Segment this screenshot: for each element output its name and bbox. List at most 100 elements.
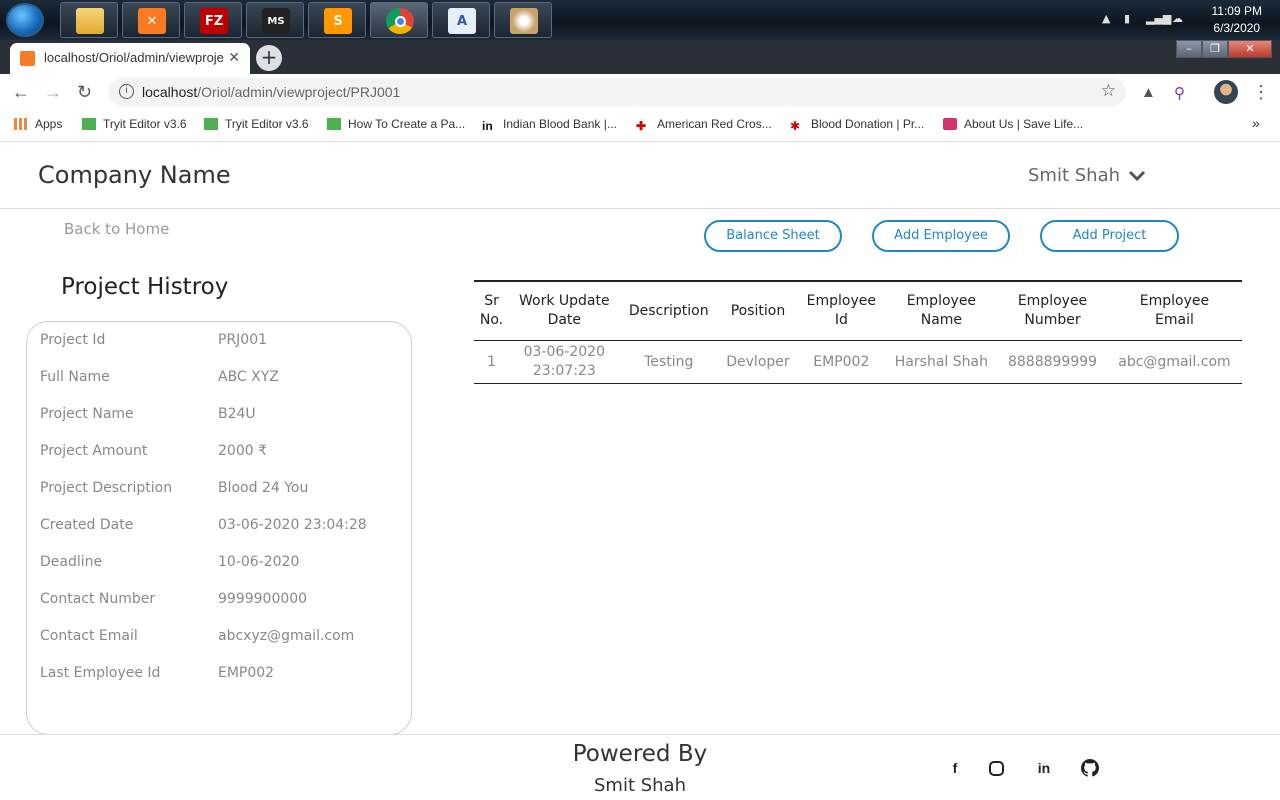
balance-sheet-button[interactable]: Balance Sheet [704,220,842,252]
table-cell: Testing [644,353,694,370]
table-cell: 8888899999 [1007,353,1098,370]
window-controls: – ❐ ✕ [1176,40,1272,58]
clock-time: 11:09 PM [1211,4,1262,18]
taskbar-explorer[interactable] [60,2,118,38]
taskbar-paint[interactable] [494,2,552,38]
folder-icon [76,8,104,34]
bookmark-how-to-create[interactable]: How To Create a Pa... [327,117,465,131]
work-updates-table: Sr No. Work Update Date Description Position E… [474,280,1242,384]
powered-by-author: Smit Shah [593,775,686,796]
red-cross-icon: ✚ [636,119,647,133]
taskbar-xampp[interactable]: ✕ [122,2,180,38]
clock-date: 6/3/2020 [1213,21,1261,35]
project-history-title: Project Histroy [61,274,229,300]
table-cell: EMP002 [813,353,870,370]
url-host: localhost [142,84,198,100]
bookmark-blood-donation[interactable]: ✱ Blood Donation | Pr... [790,117,924,133]
browser-tab-active[interactable]: localhost/Oriol/admin/viewproje ✕ [10,43,250,74]
system-tray: ▲ ▮ ▂▄▆ ☁ 11:09 PM 6/3/2020 [1080,0,1280,40]
chevron-down-icon[interactable] [1128,167,1146,185]
bookmark-tryit-1[interactable]: Tryit Editor v3.6 [82,117,187,131]
windows-taskbar: ✕ FZ MS S A ▲ ▮ ▂▄▆ ☁ 11:09 PM 6/3/2020 [0,0,1280,40]
bookmark-star-icon[interactable]: ☆ [1101,81,1116,101]
minimize-button[interactable]: – [1176,40,1202,58]
table-row: 1 03-06-2020 23:07:23 Testing Devloper EMP002… [474,341,1242,384]
filezilla-icon: FZ [200,8,228,34]
bookmark-about-us[interactable]: About Us | Save Life... [943,117,1083,131]
column-header: Work Update Date [519,293,610,328]
bookmarks-overflow-button[interactable]: » [1252,115,1260,131]
forward-arrow-icon[interactable]: → [44,82,62,103]
paint-icon [510,8,538,34]
column-header: Employee Number [1017,293,1088,328]
url-path: /Oriol/admin/viewproject/PRJ001 [197,84,401,100]
profile-avatar[interactable] [1214,80,1238,104]
close-window-button[interactable]: ✕ [1228,40,1272,58]
linkedin-icon: in [482,119,493,133]
taskbar-wordpad[interactable]: A [432,2,490,38]
blood-drop-icon: ✱ [790,119,801,133]
table-cell: Harshal Shah [894,353,988,370]
heart-badge-icon [943,118,957,130]
table-cell: 03-06-2020 23:07:23 [523,344,605,379]
site-header: Company Name Smit Shah [0,143,1280,209]
tray-expand-icon[interactable]: ▲ [1102,12,1110,25]
add-employee-button[interactable]: Add Employee [872,220,1010,252]
column-header: Position [730,302,786,319]
w3schools-icon [204,118,218,130]
taskbar-sublime[interactable]: S [308,2,366,38]
table-cell: Devloper [726,353,790,370]
xampp-icon: ✕ [138,8,166,34]
table-cell: abc@gmail.com [1118,353,1231,370]
menu-dots-icon[interactable]: ⋮ [1252,82,1270,103]
column-header: Description [628,302,709,319]
taskbar-filezilla[interactable]: FZ [184,2,242,38]
user-name[interactable]: Smit Shah [1028,165,1120,186]
tab-close-icon[interactable]: ✕ [228,49,240,66]
cloud-icon[interactable]: ☁ [1172,12,1183,25]
address-bar[interactable]: i localhost/Oriol/admin/viewproject/PRJ0… [108,78,1126,106]
search-extension-icon[interactable]: ⚲ [1174,84,1185,102]
back-arrow-icon[interactable]: ← [12,82,30,103]
table-cell: 1 [487,353,496,370]
wordpad-icon: A [448,8,476,34]
bookmark-tryit-2[interactable]: Tryit Editor v3.6 [204,117,309,131]
ms-tc-icon: MS [262,8,290,34]
bookmark-american-red-cross[interactable]: ✚ American Red Cros... [636,117,772,133]
instagram-icon[interactable] [989,761,1004,776]
tab-title: localhost/Oriol/admin/viewproje [44,50,224,65]
battery-icon[interactable]: ▮ [1124,12,1130,25]
linkedin-icon[interactable]: in [1035,759,1053,777]
table-header-row: Sr No. Work Update Date Description Position E… [474,281,1242,341]
bookmark-indian-blood-bank[interactable]: in Indian Blood Bank |... [482,117,617,133]
add-project-button[interactable]: Add Project [1040,220,1179,252]
taskbar-chrome[interactable] [370,2,428,38]
facebook-icon[interactable]: f [946,759,964,777]
bookmarks-bar: Apps Tryit Editor v3.6 Tryit Editor v3.6… [0,110,1280,142]
w3schools-icon [327,118,341,130]
info-icon[interactable]: i [119,84,134,99]
drive-icon[interactable]: ▲ [1141,84,1156,101]
new-tab-button[interactable]: + [256,45,282,71]
clock[interactable]: 11:09 PM 6/3/2020 [1212,3,1262,37]
column-header: Sr No. [479,293,504,328]
bookmark-apps[interactable]: Apps [14,117,62,131]
apps-grid-icon [14,118,28,130]
project-details-card: Project Id PRJ001 Full Name ABC XYZ Projec… [26,321,412,735]
restore-button[interactable]: ❐ [1202,40,1228,58]
browser-tab-strip: localhost/Oriol/admin/viewproje ✕ + – ❐ … [0,40,1280,74]
column-header: Employee Id [806,293,876,328]
table-body: 1 03-06-2020 23:07:23 Testing Devloper EMP002… [474,341,1242,384]
site-footer: Powered By Smit Shah f in [0,734,1280,800]
start-button[interactable] [6,3,44,37]
company-name[interactable]: Company Name [38,161,231,189]
back-to-home-link[interactable]: Back to Home [64,220,169,238]
w3schools-icon [82,118,96,130]
xampp-favicon-icon [20,51,35,66]
github-icon[interactable] [1081,759,1099,777]
taskbar-ms-tc[interactable]: MS [246,2,304,38]
signal-icon[interactable]: ▂▄▆ [1146,12,1171,25]
column-header: Employee Email [1139,293,1210,328]
reload-icon[interactable]: ↻ [77,82,92,103]
column-header: Employee Name [906,293,977,328]
